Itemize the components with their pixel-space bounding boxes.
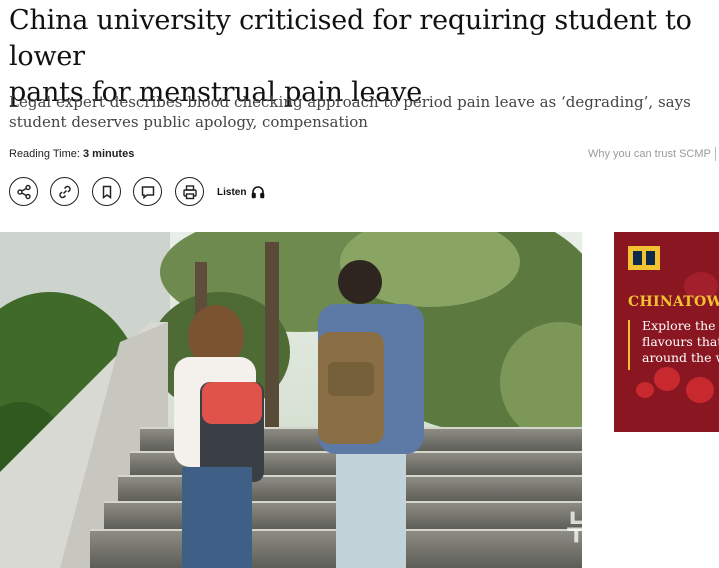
print-button[interactable] (175, 177, 204, 206)
listen-label: Listen (217, 186, 247, 198)
ad-logo (628, 246, 660, 270)
lantern-decoration (654, 367, 680, 391)
article-photo (0, 232, 582, 568)
students-on-stairs-image (0, 232, 582, 568)
link-icon (58, 185, 71, 198)
listen-button[interactable]: Listen (217, 185, 265, 199)
reading-time-value: 3 minutes (82, 148, 135, 160)
reading-time-label: Reading Time: (9, 148, 83, 160)
share-button[interactable] (9, 177, 38, 206)
ad-text: Explore the flavours that around the w (642, 318, 719, 365)
lantern-decoration (686, 377, 714, 403)
bookmark-icon (102, 185, 111, 199)
article-subheadline: Legal expert describes blood checking ap… (9, 93, 691, 131)
share-icon (16, 184, 31, 199)
divider (715, 147, 716, 161)
news1-watermark: 뉴스1 (566, 508, 650, 548)
print-icon (182, 184, 197, 199)
lantern-decoration (636, 382, 654, 398)
ad-accent-rule (628, 320, 630, 370)
comment-icon (141, 185, 154, 199)
copy-link-button[interactable] (50, 177, 79, 206)
reading-time: Reading Time: 3 minutes (9, 148, 134, 160)
advertisement[interactable]: CHINATOWN Explore the flavours that arou… (614, 232, 719, 432)
trust-link[interactable]: Why you can trust SCMP (588, 148, 711, 160)
bookmark-button[interactable] (92, 177, 121, 206)
ad-title: CHINATOWN (628, 294, 719, 310)
headphones-icon (252, 186, 265, 199)
comment-button[interactable] (133, 177, 162, 206)
